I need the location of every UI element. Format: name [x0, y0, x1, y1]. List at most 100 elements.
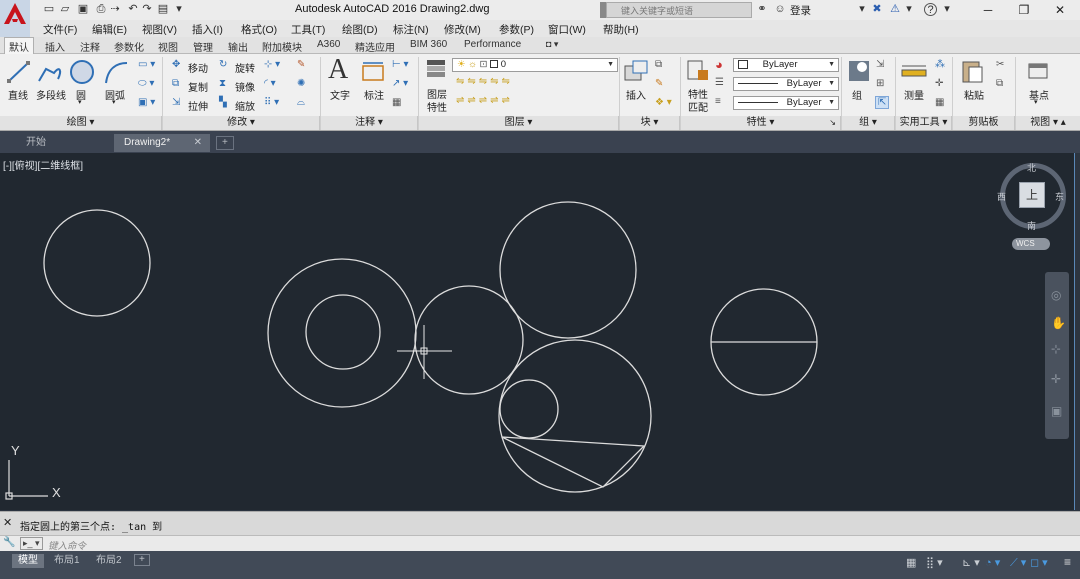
- measure-icon[interactable]: [900, 62, 928, 82]
- tab-addins[interactable]: 附加模块: [262, 39, 302, 54]
- line-icon[interactable]: [6, 59, 32, 85]
- zoom-extents-icon[interactable]: ⊹: [1051, 342, 1061, 356]
- leader-icon[interactable]: ↗ ▾: [392, 78, 408, 89]
- save-as-icon[interactable]: ▤: [156, 3, 170, 16]
- fillet-icon[interactable]: ◜ ▾: [264, 78, 276, 89]
- dimension-icon[interactable]: [360, 60, 386, 84]
- text-icon[interactable]: A: [328, 54, 348, 86]
- wcs-menu[interactable]: WCS: [1012, 238, 1050, 250]
- tab-drawing2[interactable]: Drawing2* ✕: [114, 134, 210, 152]
- new-layout-button[interactable]: +: [134, 554, 150, 566]
- block-panel-footer[interactable]: 块 ▾: [620, 116, 680, 130]
- modify-panel-footer[interactable]: 修改 ▾: [163, 116, 320, 130]
- copy-clip-icon[interactable]: ⧉: [996, 78, 1003, 89]
- lineweight-dropdown[interactable]: ByLayer ▼: [733, 96, 839, 110]
- close-tab-icon[interactable]: ✕: [194, 134, 202, 152]
- array-icon[interactable]: ⠿ ▾: [264, 97, 279, 108]
- menu-edit[interactable]: 编辑(E): [92, 22, 127, 37]
- arc-icon[interactable]: [102, 59, 130, 85]
- scale-label[interactable]: 缩放: [235, 98, 255, 113]
- menu-modify[interactable]: 修改(M): [444, 22, 481, 37]
- save-icon[interactable]: ▣: [76, 3, 90, 16]
- new-tab-button[interactable]: +: [216, 136, 234, 150]
- id-point-icon[interactable]: ✛: [935, 78, 943, 89]
- properties-panel-footer[interactable]: 特性 ▾ ↘: [681, 116, 841, 130]
- copy-icon[interactable]: ⧉: [172, 78, 179, 89]
- layout-tab-layout1[interactable]: 布局1: [48, 554, 86, 568]
- polyline-icon[interactable]: [36, 59, 64, 85]
- view-panel-footer[interactable]: 视图 ▾ ▴: [1016, 116, 1080, 130]
- ortho-icon[interactable]: ⊾ ▾: [962, 556, 980, 569]
- exchange-apps-icon[interactable]: ✖: [870, 3, 884, 16]
- hatch-icon[interactable]: ⬭ ▾: [138, 78, 154, 89]
- mirror-icon[interactable]: ⧗: [219, 78, 226, 89]
- polar-tracking-icon[interactable]: ◔ ▾: [985, 556, 1000, 569]
- linetype-icon[interactable]: ☰: [715, 77, 724, 88]
- base-dropdown-icon[interactable]: ▾: [1034, 98, 1038, 106]
- orbit-icon[interactable]: ✛: [1051, 372, 1061, 386]
- erase-icon[interactable]: ✎: [297, 59, 305, 70]
- text-label[interactable]: 文字: [330, 87, 350, 102]
- plot-icon[interactable]: ⇢: [108, 3, 122, 16]
- utilities-panel-footer[interactable]: 实用工具 ▾: [896, 116, 952, 130]
- login-label[interactable]: 登录: [790, 3, 811, 18]
- layer-tools-row2-icons[interactable]: ⇌⇌⇌⇌⇌: [456, 95, 513, 106]
- paste-icon[interactable]: [960, 58, 984, 84]
- layer-dropdown[interactable]: ☀ ☼ ⊡ 0 ▼: [452, 58, 618, 72]
- mirror-label[interactable]: 镜像: [235, 79, 255, 94]
- menu-draw[interactable]: 绘图(D): [342, 22, 378, 37]
- rotate-label[interactable]: 旋转: [235, 60, 255, 75]
- tab-output[interactable]: 输出: [228, 39, 248, 54]
- tab-a360[interactable]: A360: [317, 39, 340, 50]
- undo-icon[interactable]: ↶: [126, 3, 140, 16]
- menu-view[interactable]: 视图(V): [142, 22, 177, 37]
- quick-access-dropdown-icon[interactable]: ▾: [172, 3, 186, 16]
- match-properties-icon[interactable]: [686, 58, 710, 84]
- tab-manage[interactable]: 管理: [193, 39, 213, 54]
- user-icon[interactable]: ☺: [774, 3, 786, 16]
- circle-dropdown-icon[interactable]: ▾: [78, 98, 82, 106]
- group-icon[interactable]: [846, 58, 872, 84]
- layer-tools-row1-icons[interactable]: ⇋⇋⇋⇋⇋: [456, 76, 513, 87]
- linear-dim-icon[interactable]: ⊢ ▾: [392, 59, 409, 70]
- binoculars-icon[interactable]: ⚭: [756, 3, 768, 16]
- tab-default[interactable]: 默认: [4, 37, 34, 54]
- group-label[interactable]: 组: [852, 87, 862, 102]
- open-file-icon[interactable]: ▱: [58, 3, 72, 16]
- annotation-panel-footer[interactable]: 注释 ▾: [321, 116, 418, 130]
- polyline-label[interactable]: 多段线: [36, 87, 66, 102]
- layer-properties-icon[interactable]: [424, 58, 448, 84]
- layout-tab-model[interactable]: 模型: [12, 554, 44, 568]
- ungroup-icon[interactable]: ⇲: [876, 59, 884, 70]
- layout-tab-layout2[interactable]: 布局2: [90, 554, 128, 568]
- print-icon[interactable]: ⎙: [94, 3, 108, 16]
- tab-featured-apps[interactable]: 精选应用: [355, 39, 395, 54]
- tab-view[interactable]: 视图: [158, 39, 178, 54]
- close-icon[interactable]: ✕: [1050, 2, 1070, 18]
- paste-label[interactable]: 粘贴: [964, 87, 984, 102]
- object-snap-icon[interactable]: ◻ ▾: [1030, 556, 1048, 569]
- showmotion-icon[interactable]: ▣: [1051, 404, 1062, 418]
- grid-icon[interactable]: ▦: [906, 556, 916, 569]
- quick-select-icon[interactable]: ⁂: [935, 59, 945, 70]
- menu-help[interactable]: 帮助(H): [603, 22, 639, 37]
- calculator-icon[interactable]: ▦: [935, 97, 944, 108]
- base-view-icon[interactable]: [1026, 60, 1050, 82]
- a360-icon[interactable]: ⚠: [888, 3, 902, 16]
- layer-properties-label-2[interactable]: 特性: [427, 99, 447, 114]
- offset-icon[interactable]: ⌓: [297, 97, 305, 108]
- group-edit-icon[interactable]: ⊞: [876, 78, 884, 89]
- viewcube-top-face[interactable]: 上: [1019, 182, 1045, 208]
- insert-block-icon[interactable]: [623, 58, 649, 84]
- insert-label[interactable]: 插入: [626, 87, 646, 102]
- rectangle-icon[interactable]: ▭ ▾: [138, 59, 155, 70]
- customization-menu-icon[interactable]: ≡: [1064, 555, 1071, 569]
- match-properties-label-2[interactable]: 匹配: [688, 99, 708, 114]
- minimize-icon[interactable]: ─: [978, 2, 998, 18]
- menu-insert[interactable]: 插入(I): [192, 22, 223, 37]
- stretch-label[interactable]: 拉伸: [188, 98, 208, 113]
- clipboard-panel-footer[interactable]: 剪贴板: [953, 116, 1015, 130]
- layers-panel-footer[interactable]: 图层 ▾: [419, 116, 619, 130]
- maximize-icon[interactable]: ❐: [1014, 2, 1034, 18]
- menu-dimension[interactable]: 标注(N): [393, 22, 429, 37]
